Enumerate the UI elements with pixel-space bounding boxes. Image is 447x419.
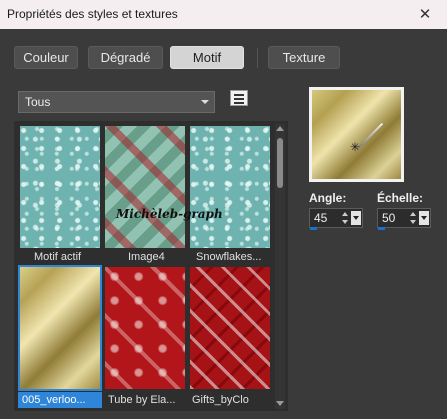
- category-select[interactable]: Tous: [18, 91, 215, 113]
- pattern-caption: Gifts_byClo: [192, 394, 249, 406]
- pattern-caption: Tube by Ela...: [108, 394, 176, 406]
- close-icon: ✕: [418, 6, 432, 23]
- pattern-gallery: Motif actif Image4 Snowflakes... 005_ver…: [14, 121, 288, 411]
- angle-dropdown-icon[interactable]: [351, 211, 361, 225]
- scale-level-bar: [378, 227, 385, 230]
- pattern-preview[interactable]: ✳: [309, 87, 404, 182]
- scale-value: 50: [382, 211, 396, 225]
- window-title: Propriétés des styles et textures: [7, 7, 178, 21]
- pattern-preview-swatch: ✳: [312, 90, 401, 179]
- list-view-icon[interactable]: [230, 90, 248, 106]
- pattern-caption: Motif actif: [34, 251, 82, 263]
- angle-stepper[interactable]: [341, 210, 350, 226]
- tab-motif[interactable]: Motif: [170, 46, 244, 69]
- window-titlebar: Propriétés des styles et textures ✕: [0, 0, 447, 29]
- gallery-scrollbar[interactable]: [275, 124, 285, 409]
- angle-level-bar: [310, 227, 317, 230]
- scrollbar-thumb[interactable]: [277, 138, 283, 188]
- angle-value: 45: [314, 211, 328, 225]
- scale-field[interactable]: 50: [377, 208, 431, 228]
- scale-stepper[interactable]: [409, 210, 418, 226]
- pattern-thumbnail-motif-actif[interactable]: [20, 126, 100, 248]
- watermark-text: Michèleb-graph: [116, 207, 223, 221]
- close-button[interactable]: ✕: [403, 0, 447, 29]
- pattern-thumbnail-snowflakes[interactable]: [190, 126, 270, 248]
- scroll-up-icon[interactable]: [276, 126, 284, 131]
- pattern-thumbnail-gifts[interactable]: [190, 267, 270, 389]
- tab-separator: [257, 48, 258, 68]
- pattern-thumbnail-image4[interactable]: [105, 126, 185, 248]
- scale-label: Échelle:: [377, 191, 424, 205]
- angle-field[interactable]: 45: [309, 208, 363, 228]
- tab-degrade[interactable]: Dégradé: [88, 46, 163, 69]
- pattern-caption: Snowflakes...: [196, 251, 262, 263]
- scale-dropdown-icon[interactable]: [419, 211, 429, 225]
- angle-handle-icon[interactable]: [356, 122, 384, 150]
- rotation-center-icon: ✳: [350, 140, 361, 154]
- pattern-thumbnail-tube-by-ela[interactable]: [105, 267, 185, 389]
- pattern-thumbnail-005-verloo[interactable]: [18, 265, 102, 391]
- chevron-down-icon: [201, 100, 209, 104]
- scroll-down-icon[interactable]: [276, 401, 284, 406]
- category-select-value: Tous: [25, 95, 51, 109]
- angle-label: Angle:: [309, 191, 347, 205]
- pattern-caption-selected: 005_verloo...: [18, 392, 102, 408]
- tab-couleur[interactable]: Couleur: [14, 46, 78, 69]
- tab-texture[interactable]: Texture: [268, 46, 340, 69]
